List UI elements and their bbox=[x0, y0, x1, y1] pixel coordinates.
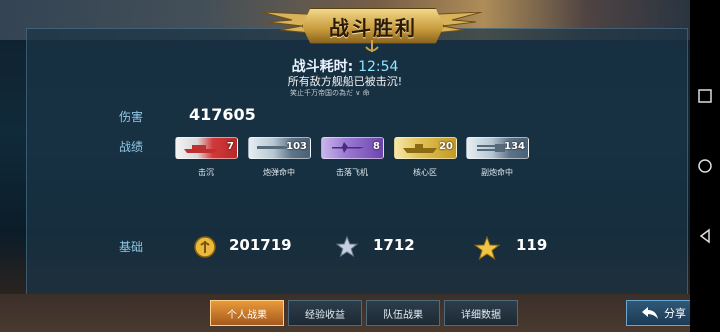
home-icon[interactable] bbox=[697, 158, 713, 174]
gold-star-icon bbox=[474, 236, 500, 260]
tab-experience[interactable]: 经验收益 bbox=[288, 300, 362, 326]
record-value: 8 bbox=[373, 141, 380, 152]
record-caption: 击落飞机 bbox=[336, 168, 368, 177]
plane-icon bbox=[332, 142, 364, 153]
gold-coin-icon bbox=[194, 236, 216, 258]
base-star-value: 119 bbox=[516, 236, 548, 254]
record-badge-planes-downed[interactable]: 8 bbox=[321, 137, 384, 159]
base-silver-value: 1712 bbox=[373, 236, 415, 254]
share-label: 分享 bbox=[664, 307, 686, 320]
victory-emblem: 战斗胜利 bbox=[262, 2, 482, 54]
record-value: 20 bbox=[439, 141, 453, 152]
record-value: 103 bbox=[286, 141, 307, 152]
back-icon[interactable] bbox=[697, 228, 713, 244]
tab-team-results[interactable]: 队伍战果 bbox=[366, 300, 440, 326]
base-gold-value: 201719 bbox=[229, 236, 292, 254]
tab-personal-results[interactable]: 个人战果 bbox=[210, 300, 284, 326]
record-badge-shell-hits[interactable]: 103 bbox=[248, 137, 311, 159]
record-caption: 核心区 bbox=[413, 168, 437, 177]
recent-apps-icon[interactable] bbox=[697, 88, 713, 104]
record-badge-core[interactable]: 20 bbox=[394, 137, 457, 159]
damage-label: 伤害 bbox=[119, 110, 144, 124]
record-badge-secondary-hits[interactable]: 134 bbox=[466, 137, 529, 159]
core-icon bbox=[403, 144, 437, 153]
result-tabs: 个人战果 经验收益 队伍战果 详细数据 bbox=[210, 300, 518, 330]
record-value: 134 bbox=[504, 141, 525, 152]
damage-value: 417605 bbox=[189, 105, 256, 124]
record-value: 7 bbox=[227, 141, 234, 152]
record-caption: 炮弹命中 bbox=[263, 168, 295, 177]
battle-result-text: 所有敌方舰船已被击沉! bbox=[287, 75, 403, 88]
record-caption: 击沉 bbox=[198, 168, 214, 177]
share-arrow-icon bbox=[642, 307, 658, 319]
silver-star-icon bbox=[336, 236, 358, 258]
victory-title: 战斗胜利 bbox=[329, 15, 417, 40]
ship-icon bbox=[184, 145, 218, 153]
anchor-icon bbox=[365, 40, 379, 52]
record-badge-sink[interactable]: 7 bbox=[175, 137, 238, 159]
tab-detailed-data[interactable]: 详细数据 bbox=[444, 300, 518, 326]
victory-title-plate: 战斗胜利 bbox=[302, 8, 444, 44]
record-caption: 副炮命中 bbox=[481, 168, 513, 177]
base-label: 基础 bbox=[119, 240, 144, 254]
record-label: 战绩 bbox=[119, 140, 144, 154]
system-nav-bar bbox=[690, 0, 720, 332]
chat-ticker: 笑止千万帝国の為だ ∨ 命 bbox=[290, 89, 370, 97]
